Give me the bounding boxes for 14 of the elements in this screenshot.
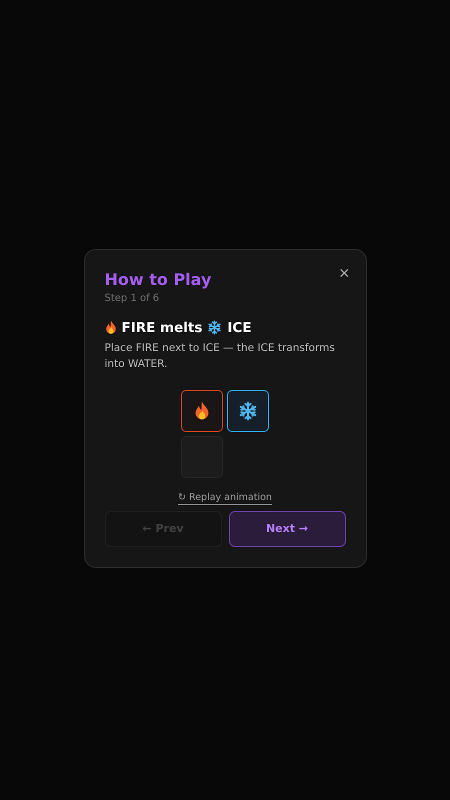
rule-heading: FIRE melts <box>122 320 202 336</box>
flame-icon <box>104 320 116 335</box>
snowflake-icon <box>207 320 222 335</box>
board-tile[interactable] <box>181 390 223 432</box>
rule-heading: ICE <box>227 320 252 336</box>
rule-description: Place FIRE next to ICE — the ICE transforms into WATER. <box>104 340 336 372</box>
dialog-title: How to Play <box>104 270 212 288</box>
next-button[interactable]: Next → <box>228 510 346 546</box>
snowflake-icon <box>238 400 258 420</box>
step-counter: Step 1 of 6 <box>104 292 160 304</box>
board-tile[interactable] <box>227 390 269 432</box>
replay-link[interactable]: ↻ Replay animation <box>178 492 272 504</box>
flame-icon <box>194 400 210 420</box>
close-button[interactable]: × <box>334 262 354 284</box>
